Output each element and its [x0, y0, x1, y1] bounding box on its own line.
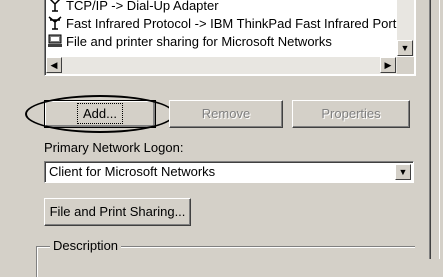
network-service-icon	[47, 33, 63, 49]
scrollbar-corner	[397, 57, 414, 74]
file-print-sharing-label: File and Print Sharing...	[49, 204, 186, 219]
properties-button-label: Properties	[321, 106, 381, 121]
list-item-label: Fast Infrared Protocol -> IBM ThinkPad F…	[66, 16, 397, 31]
primary-logon-label: Primary Network Logon:	[44, 140, 184, 155]
scroll-right-arrow-icon[interactable]: ▶	[380, 57, 396, 73]
list-item-label: File and printer sharing for Microsoft N…	[66, 34, 332, 49]
highlight-circle	[25, 95, 175, 133]
list-item[interactable]: TCP/IP -> Dial-Up Adapter	[47, 0, 219, 14]
primary-logon-select[interactable]: Client for Microsoft Networks ▼	[44, 161, 414, 183]
properties-button[interactable]: Properties	[292, 100, 410, 128]
network-protocol-icon	[47, 0, 63, 13]
scroll-left-arrow-icon[interactable]: ◀	[46, 57, 62, 73]
file-print-sharing-button[interactable]: File and Print Sharing...	[44, 198, 191, 226]
list-item[interactable]: Fast Infrared Protocol -> IBM ThinkPad F…	[47, 15, 396, 32]
list-item-label: TCP/IP -> Dial-Up Adapter	[66, 0, 219, 13]
primary-logon-value: Client for Microsoft Networks	[49, 164, 216, 179]
network-protocol-icon	[47, 15, 63, 31]
description-title: Description	[50, 238, 122, 253]
list-horizontal-scrollbar[interactable]: ◀ ▶	[46, 57, 414, 74]
remove-button-label: Remove	[201, 106, 251, 121]
chevron-down-icon[interactable]: ▼	[395, 164, 411, 180]
scroll-down-arrow-icon[interactable]: ▼	[397, 40, 413, 56]
network-components-list[interactable]: TCP/IP -> Dial-Up Adapter Fast Infrared …	[44, 0, 416, 76]
list-item[interactable]: File and printer sharing for Microsoft N…	[47, 33, 332, 50]
window-right-border	[429, 0, 443, 259]
list-vertical-scrollbar[interactable]: ▼	[397, 0, 414, 56]
remove-button[interactable]: Remove	[169, 100, 283, 128]
